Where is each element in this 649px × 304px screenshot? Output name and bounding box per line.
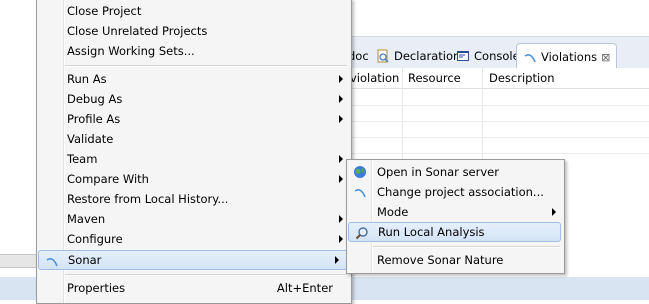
globe-icon	[353, 165, 367, 179]
table-row	[350, 105, 649, 106]
menu-item-compare-with[interactable]: Compare With	[37, 169, 351, 189]
menu-item-run-as[interactable]: Run As	[37, 69, 351, 89]
menu-item-label: Compare With	[67, 172, 149, 186]
menu-item-change-project-association[interactable]: Change project association...	[347, 182, 564, 202]
menu-item-label: Mode	[377, 205, 409, 219]
submenu-arrow-icon	[339, 75, 343, 83]
menu-item-mode[interactable]: Mode	[347, 202, 564, 222]
column-header-violation[interactable]: violation	[350, 71, 399, 85]
sonar-icon	[523, 50, 537, 64]
tab-console[interactable]: Console	[456, 46, 520, 66]
menu-item-label: Profile As	[67, 112, 121, 126]
menu-item-label: Close Project	[67, 4, 142, 18]
submenu-arrow-icon	[339, 235, 343, 243]
sonar-icon	[353, 185, 367, 199]
menu-item-label: Team	[67, 152, 98, 166]
menu-item-label: Sonar	[68, 253, 102, 267]
submenu-arrow-icon	[339, 215, 343, 223]
column-header-resource[interactable]: Resource	[408, 71, 461, 85]
menu-item-shortcut: Alt+Enter	[276, 281, 333, 295]
menu-item-open-in-sonar-server[interactable]: Open in Sonar server	[347, 162, 564, 182]
console-icon	[456, 49, 470, 63]
menu-item-profile-as[interactable]: Profile As	[37, 109, 351, 129]
column-header-description[interactable]: Description	[489, 71, 555, 85]
magnifier-icon	[355, 226, 369, 240]
table-row	[350, 153, 649, 154]
menu-item-assign-working-sets[interactable]: Assign Working Sets...	[37, 41, 351, 61]
menu-item-label: Properties	[67, 281, 126, 295]
tab-console-label: Console	[474, 49, 520, 63]
menu-item-label: Remove Sonar Nature	[377, 253, 504, 267]
tab-violations[interactable]: Violations ⊠	[516, 43, 618, 70]
menu-separator	[65, 274, 347, 276]
tab-violations-label: Violations	[541, 50, 598, 64]
sonar-icon	[45, 254, 59, 268]
menu-item-restore-from-local-history[interactable]: Restore from Local History...	[37, 189, 351, 209]
submenu-arrow-icon	[339, 155, 343, 163]
views-tab-bar: doc Declaration Console Violations ⊠	[348, 36, 649, 70]
menu-item-team[interactable]: Team	[37, 149, 351, 169]
declaration-icon	[376, 49, 390, 63]
menu-separator	[65, 65, 347, 67]
menu-item-close-project[interactable]: Close Project	[37, 1, 351, 21]
menu-item-sonar[interactable]: Sonar	[38, 250, 348, 270]
menu-item-close-unrelated-projects[interactable]: Close Unrelated Projects	[37, 21, 351, 41]
menu-item-label: Run Local Analysis	[378, 225, 485, 239]
tab-declaration[interactable]: Declaration	[376, 46, 460, 66]
submenu-arrow-icon	[335, 256, 339, 264]
menu-item-label: Maven	[67, 212, 106, 226]
close-icon[interactable]: ⊠	[601, 51, 610, 64]
project-context-menu: Close Project Close Unrelated Projects A…	[36, 0, 352, 304]
submenu-arrow-icon	[339, 175, 343, 183]
tab-declaration-label: Declaration	[394, 49, 461, 63]
submenu-arrow-icon	[552, 208, 556, 216]
menu-item-label: Change project association...	[377, 185, 544, 199]
submenu-arrow-icon	[339, 95, 343, 103]
horizontal-scrollbar[interactable]	[0, 254, 36, 268]
menu-item-maven[interactable]: Maven	[37, 209, 351, 229]
menu-item-debug-as[interactable]: Debug As	[37, 89, 351, 109]
table-row	[350, 137, 649, 138]
sonar-submenu: Open in Sonar server Change project asso…	[346, 159, 565, 274]
menu-item-label: Assign Working Sets...	[67, 44, 195, 58]
menu-item-remove-sonar-nature[interactable]: Remove Sonar Nature	[347, 250, 564, 270]
menu-item-label: Run As	[67, 72, 107, 86]
submenu-arrow-icon	[339, 115, 343, 123]
menu-separator	[373, 246, 560, 248]
menu-item-label: Validate	[67, 132, 114, 146]
menu-item-configure[interactable]: Configure	[37, 229, 351, 249]
menu-item-label: Open in Sonar server	[377, 165, 499, 179]
menu-item-properties[interactable]: Properties Alt+Enter	[37, 278, 351, 298]
menu-item-label: Debug As	[67, 92, 123, 106]
table-row	[350, 121, 649, 122]
menu-item-run-local-analysis[interactable]: Run Local Analysis	[348, 222, 561, 242]
menu-item-label: Close Unrelated Projects	[67, 24, 208, 38]
menu-item-validate[interactable]: Validate	[37, 129, 351, 149]
violations-table-header: violation Resource Description	[350, 68, 649, 228]
menu-item-label: Restore from Local History...	[67, 192, 229, 206]
menu-item-label: Configure	[67, 232, 123, 246]
